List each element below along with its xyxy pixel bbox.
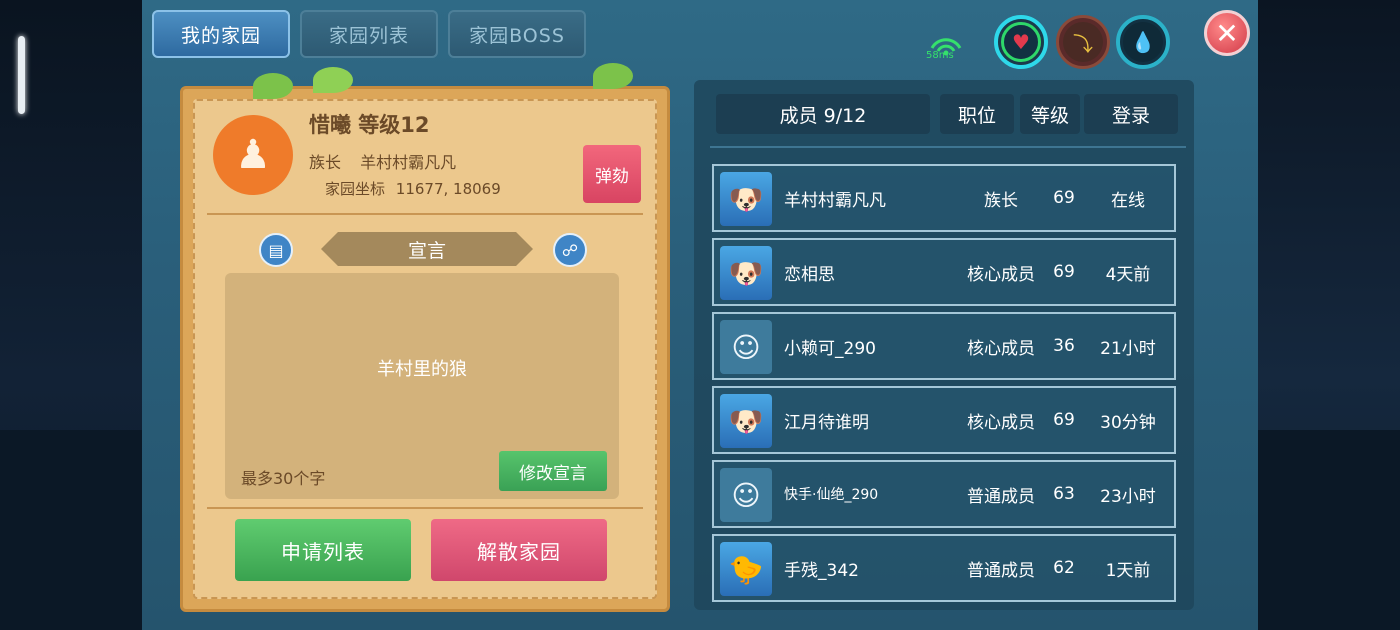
water-drop-icon: 💧	[1123, 22, 1163, 62]
notes-icon: ▤	[268, 240, 284, 260]
member-login: 1天前	[1105, 560, 1151, 581]
level-header[interactable]: 等级	[1020, 94, 1080, 134]
declaration-box: 羊村里的狼 最多30个字 修改宣言	[225, 273, 619, 499]
boot-icon: ⤵	[1063, 22, 1103, 62]
member-login: 21小时	[1100, 338, 1156, 359]
member-login: 23小时	[1100, 486, 1156, 507]
close-button[interactable]: ✕	[1204, 10, 1250, 56]
heart-icon: ♥	[1001, 22, 1041, 62]
declaration-title: 宣言	[321, 232, 533, 266]
position-header[interactable]: 职位	[940, 94, 1014, 134]
tab-my-home[interactable]: 我的家园	[152, 10, 290, 58]
leaf-decoration	[593, 63, 633, 89]
member-name: 快手·仙绝_290	[784, 487, 879, 503]
share-icon: ☍	[561, 240, 579, 260]
member-name: 恋相思	[784, 264, 835, 285]
edit-declaration-button[interactable]: 修改宣言	[499, 451, 607, 491]
game-screen: 我的家园 家园列表 家园BOSS 58ms ♥ ⤵ 💧 ✕ ♟ 惜曦 等级12	[0, 0, 1400, 630]
avatar: 🐶	[720, 172, 772, 226]
edge-handle[interactable]	[18, 36, 25, 114]
member-login: 4天前	[1105, 264, 1151, 285]
member-panel: 成员 9/12 职位 等级 登录 🐶 羊村村霸凡凡 族长 69 在线 🐶 恋相思…	[694, 80, 1194, 610]
dissolve-home-button[interactable]: 解散家园	[431, 519, 607, 581]
member-name: 小赖可_290	[784, 338, 876, 359]
family-emblem: ♟	[213, 115, 293, 195]
coordinate-row: 家园坐标 11677, 18069	[325, 178, 501, 199]
member-count-header[interactable]: 成员 9/12	[716, 94, 930, 134]
login-header[interactable]: 登录	[1084, 94, 1178, 134]
tab-home-boss[interactable]: 家园BOSS	[448, 10, 586, 58]
member-name: 羊村村霸凡凡	[784, 190, 886, 211]
coordinate-value: 11677, 18069	[395, 180, 501, 198]
tab-home-list[interactable]: 家园列表	[300, 10, 438, 58]
water-gauge[interactable]: 💧	[1116, 15, 1170, 69]
member-name: 江月待谁明	[784, 412, 869, 433]
declaration-text: 羊村里的狼	[377, 359, 467, 380]
avatar: 🐶	[720, 246, 772, 300]
avatar: 🐶	[720, 394, 772, 448]
family-panel: 我的家园 家园列表 家园BOSS 58ms ♥ ⤵ 💧 ✕ ♟ 惜曦 等级12	[142, 0, 1258, 630]
health-gauge[interactable]: ♥	[994, 15, 1048, 69]
leaf-decoration	[253, 73, 293, 99]
home-info-card: ♟ 惜曦 等级12 族长 羊村村霸凡凡 家园坐标 11677, 18069 弹劾…	[180, 63, 670, 612]
header-divider	[710, 146, 1186, 148]
leader-row: 族长 羊村村霸凡凡	[309, 149, 456, 173]
leaf-decoration	[313, 67, 353, 93]
member-row[interactable]: 🐶 羊村村霸凡凡 族长 69 在线	[712, 164, 1176, 232]
right-background	[1258, 0, 1400, 630]
member-row[interactable]: 🐤 手残_342 普通成员 62 1天前	[712, 534, 1176, 602]
member-row[interactable]: 🐶 江月待谁明 核心成员 69 30分钟	[712, 386, 1176, 454]
member-login: 30分钟	[1100, 412, 1156, 433]
left-ground	[0, 430, 142, 630]
impeach-button[interactable]: 弹劾	[583, 145, 641, 203]
avatar: ☺	[720, 320, 772, 374]
member-login: 在线	[1111, 190, 1145, 211]
member-row[interactable]: ☺ 小赖可_290 核心成员 36 21小时	[712, 312, 1176, 380]
divider	[207, 507, 643, 509]
leader-name: 羊村村霸凡凡	[360, 153, 457, 172]
leader-label: 族长	[309, 153, 342, 172]
member-name: 手残_342	[784, 560, 859, 581]
family-name-level: 惜曦 等级12	[309, 113, 430, 137]
close-icon: ✕	[1215, 16, 1239, 50]
avatar: 🐤	[720, 542, 772, 596]
member-row[interactable]: ☺ 快手·仙绝_290 普通成员 63 23小时	[712, 460, 1176, 528]
left-background	[0, 0, 142, 630]
divider	[207, 213, 643, 215]
item-gauge[interactable]: ⤵	[1056, 15, 1110, 69]
character-limit-text: 最多30个字	[241, 469, 326, 488]
member-row[interactable]: 🐶 恋相思 核心成员 69 4天前	[712, 238, 1176, 306]
notes-button[interactable]: ▤	[259, 233, 293, 267]
right-ground	[1258, 430, 1400, 630]
share-button[interactable]: ☍	[553, 233, 587, 267]
apply-list-button[interactable]: 申请列表	[235, 519, 411, 581]
scorpion-icon: ♟	[235, 132, 271, 178]
avatar: ☺	[720, 468, 772, 522]
ping-readout: 58ms	[926, 50, 954, 61]
coordinate-label: 家园坐标	[325, 180, 386, 198]
